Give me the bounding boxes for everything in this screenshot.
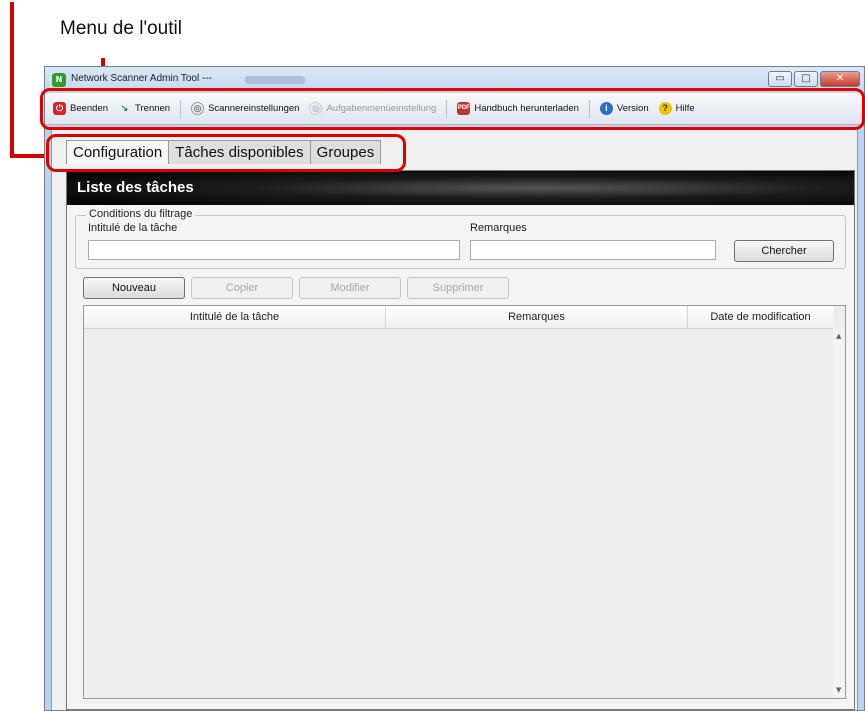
search-button[interactable]: Chercher: [734, 240, 834, 262]
delete-button[interactable]: Supprimer: [407, 277, 509, 299]
highlight-tool-menu: [40, 88, 865, 130]
minimize-button[interactable]: ▭: [768, 71, 792, 87]
task-list-panel: Liste des tâches Conditions du filtrage …: [66, 170, 855, 710]
scroll-up-arrow-icon[interactable]: ▲: [836, 332, 841, 340]
main-content: Configuration Tâches disponibles Groupes…: [51, 129, 858, 710]
callout-label: Menu de l'outil: [60, 18, 182, 39]
blurred-host-name: [245, 76, 305, 84]
new-button[interactable]: Nouveau: [83, 277, 185, 299]
modify-button[interactable]: Modifier: [299, 277, 401, 299]
task-name-label: Intitulé de la tâche: [88, 222, 178, 234]
filter-legend: Conditions du filtrage: [86, 208, 196, 220]
close-button[interactable]: ✕: [820, 71, 860, 87]
remarks-input[interactable]: [470, 240, 716, 260]
column-header-remarks[interactable]: Remarques: [386, 306, 688, 328]
column-header-date-modified[interactable]: Date de modification: [688, 306, 833, 328]
panel-title: Liste des tâches: [67, 171, 854, 205]
callout-line-vertical-left: [10, 2, 14, 158]
scroll-down-arrow-icon[interactable]: ▼: [836, 686, 841, 694]
vertical-scrollbar[interactable]: ▲ ▼: [833, 328, 845, 698]
remarks-label: Remarques: [470, 222, 527, 234]
task-table: Intitulé de la tâche Remarques Date de m…: [83, 305, 846, 699]
copy-button[interactable]: Copier: [191, 277, 293, 299]
app-icon: N: [52, 73, 66, 87]
highlight-tabs: [46, 134, 406, 172]
column-header-task-name[interactable]: Intitulé de la tâche: [84, 306, 386, 328]
table-header: Intitulé de la tâche Remarques Date de m…: [84, 306, 833, 329]
maximize-button[interactable]: □: [794, 71, 818, 87]
filter-conditions: Conditions du filtrage Intitulé de la tâ…: [75, 208, 846, 269]
task-name-input[interactable]: [88, 240, 460, 260]
window-title: Network Scanner Admin Tool ---: [71, 73, 212, 84]
